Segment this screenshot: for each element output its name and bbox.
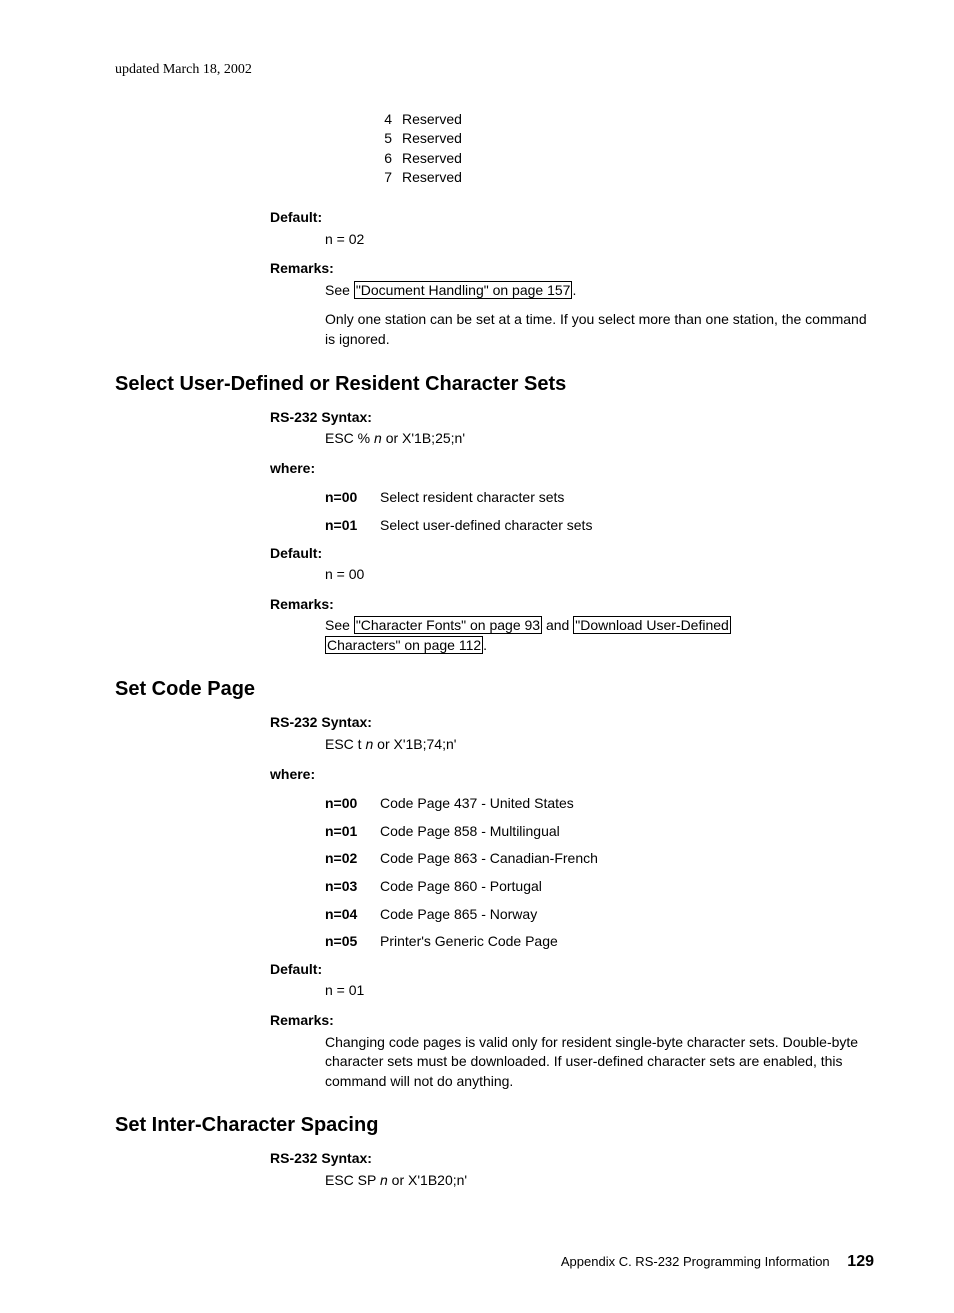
syntax-n: n — [380, 1172, 388, 1188]
def-val: Code Page 437 - United States — [380, 794, 874, 814]
definition-row: n=05Printer's Generic Code Page — [325, 932, 874, 952]
list-item: 6 Reserved — [380, 149, 874, 169]
syntax-value: ESC SP n or X'1B20;n' — [325, 1171, 874, 1191]
list-item: 4 Reserved — [380, 110, 874, 130]
link-download-udc-2[interactable]: Characters" on page 112 — [325, 636, 483, 654]
default-value: n = 00 — [325, 565, 874, 585]
syntax-pre: ESC % — [325, 430, 374, 446]
list-text: Reserved — [402, 168, 462, 188]
updated-date: updated March 18, 2002 — [115, 60, 874, 80]
definition-row: n=03Code Page 860 - Portugal — [325, 877, 874, 897]
def-key: n=02 — [325, 849, 380, 869]
syntax-label: RS-232 Syntax: — [270, 1149, 874, 1169]
definition-row: n=04Code Page 865 - Norway — [325, 905, 874, 925]
def-val: Printer's Generic Code Page — [380, 932, 874, 952]
list-text: Reserved — [402, 149, 462, 169]
syntax-value: ESC % n or X'1B;25;n' — [325, 429, 874, 449]
def-key: n=03 — [325, 877, 380, 897]
def-key: n=01 — [325, 822, 380, 842]
list-item: 7 Reserved — [380, 168, 874, 188]
heading-select-user-defined: Select User-Defined or Resident Characte… — [115, 370, 874, 398]
syntax-value: ESC t n or X'1B;74;n' — [325, 735, 874, 755]
def-key: n=05 — [325, 932, 380, 952]
remarks-paragraph: Changing code pages is valid only for re… — [325, 1033, 874, 1092]
heading-set-inter-character-spacing: Set Inter-Character Spacing — [115, 1111, 874, 1139]
link-character-fonts[interactable]: "Character Fonts" on page 93 — [354, 616, 542, 634]
syntax-label: RS-232 Syntax: — [270, 713, 874, 733]
reserved-list: 4 Reserved 5 Reserved 6 Reserved 7 Reserved — [380, 110, 874, 188]
def-key: n=00 — [325, 794, 380, 814]
remarks-label: Remarks: — [270, 1011, 874, 1031]
def-val: Code Page 865 - Norway — [380, 905, 874, 925]
default-value: n = 02 — [325, 230, 874, 250]
syntax-post: or X'1B;74;n' — [373, 736, 456, 752]
def-val: Code Page 860 - Portugal — [380, 877, 874, 897]
list-num: 7 — [380, 168, 392, 188]
list-num: 6 — [380, 149, 392, 169]
remarks-and: and — [542, 617, 573, 633]
default-label: Default: — [270, 544, 874, 564]
remarks-body: See "Document Handling" on page 157. — [325, 281, 874, 301]
list-text: Reserved — [402, 129, 462, 149]
remarks-paragraph: Only one station can be set at a time. I… — [325, 310, 874, 349]
remarks-after: . — [483, 637, 487, 653]
definition-row: n=01Code Page 858 - Multilingual — [325, 822, 874, 842]
remarks-body: See "Character Fonts" on page 93 and "Do… — [325, 616, 855, 655]
where-label: where: — [270, 765, 874, 785]
syntax-n: n — [374, 430, 382, 446]
remarks-see: See — [325, 282, 354, 298]
definition-row: n=02Code Page 863 - Canadian-French — [325, 849, 874, 869]
def-val: Code Page 863 - Canadian-French — [380, 849, 874, 869]
default-label: Default: — [270, 208, 874, 228]
def-val: Code Page 858 - Multilingual — [380, 822, 874, 842]
definition-row: n=00 Select resident character sets — [325, 488, 874, 508]
page-number: 129 — [847, 1253, 874, 1270]
definition-row: n=00Code Page 437 - United States — [325, 794, 874, 814]
def-key: n=01 — [325, 516, 380, 536]
default-value: n = 01 — [325, 981, 874, 1001]
remarks-label: Remarks: — [270, 595, 874, 615]
syntax-post: or X'1B;25;n' — [382, 430, 465, 446]
def-val: Select user-defined character sets — [380, 516, 874, 536]
page-footer: Appendix C. RS-232 Programming Informati… — [115, 1251, 874, 1273]
def-key: n=04 — [325, 905, 380, 925]
where-label: where: — [270, 459, 874, 479]
def-key: n=00 — [325, 488, 380, 508]
heading-set-code-page: Set Code Page — [115, 675, 874, 703]
remarks-see: See — [325, 617, 354, 633]
syntax-pre: ESC SP — [325, 1172, 380, 1188]
remarks-after: . — [572, 282, 576, 298]
remarks-label: Remarks: — [270, 259, 874, 279]
link-document-handling[interactable]: "Document Handling" on page 157 — [354, 281, 573, 299]
list-num: 4 — [380, 110, 392, 130]
footer-text: Appendix C. RS-232 Programming Informati… — [561, 1254, 830, 1269]
syntax-post: or X'1B20;n' — [388, 1172, 467, 1188]
definition-row: n=01 Select user-defined character sets — [325, 516, 874, 536]
list-item: 5 Reserved — [380, 129, 874, 149]
default-label: Default: — [270, 960, 874, 980]
syntax-label: RS-232 Syntax: — [270, 408, 874, 428]
link-download-udc-1[interactable]: "Download User-Defined — [573, 616, 731, 634]
list-num: 5 — [380, 129, 392, 149]
syntax-pre: ESC t — [325, 736, 365, 752]
def-val: Select resident character sets — [380, 488, 874, 508]
list-text: Reserved — [402, 110, 462, 130]
